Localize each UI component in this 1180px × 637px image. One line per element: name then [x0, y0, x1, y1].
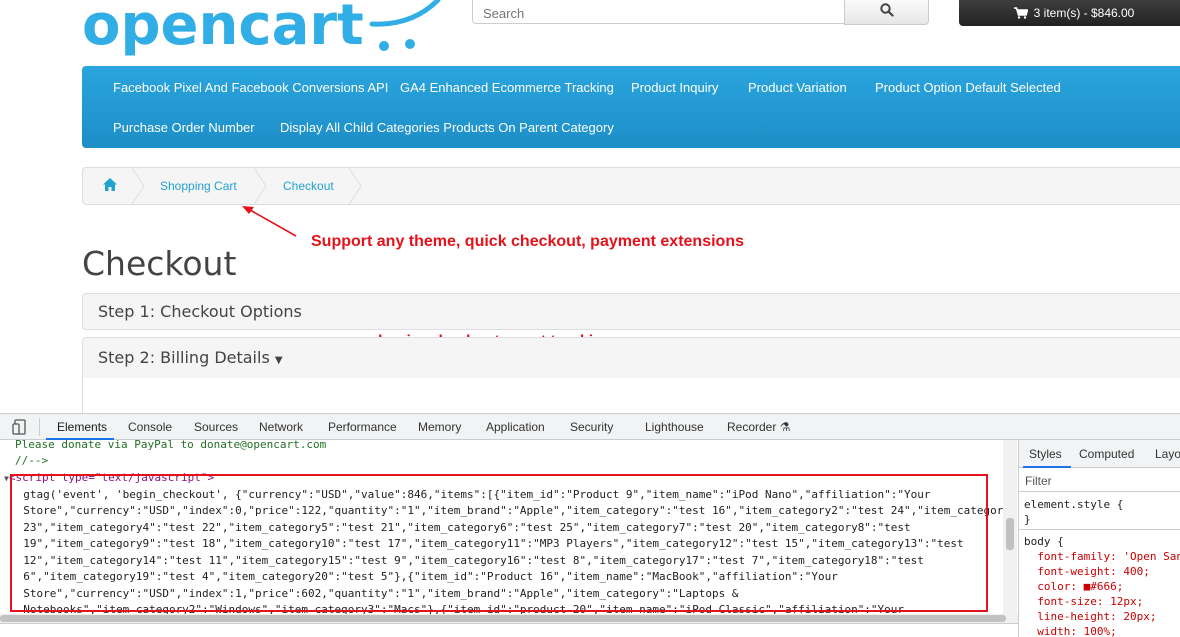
tab-styles[interactable]: Styles	[1029, 447, 1062, 461]
tab-security[interactable]: Security	[570, 420, 613, 434]
styles-tabbar: Styles Computed Layout	[1019, 440, 1180, 468]
tab-lighthouse[interactable]: Lighthouse	[645, 420, 704, 434]
styles-pane: Styles Computed Layout Filter element.st…	[1018, 440, 1180, 637]
vertical-scrollbar[interactable]	[1003, 440, 1017, 614]
panel-step2-body	[82, 378, 1180, 414]
horizontal-scrollbar[interactable]	[0, 614, 1018, 623]
panel-step2[interactable]: Step 2: Billing Details ▼	[82, 337, 1180, 379]
flask-icon: ⚗	[779, 420, 791, 434]
tab-performance[interactable]: Performance	[328, 420, 397, 434]
style-line: }	[1024, 513, 1031, 526]
style-line: font-size: 12px;	[1024, 595, 1144, 608]
caret-down-icon: ▼	[274, 355, 283, 366]
style-line: line-height: 20px;	[1024, 610, 1157, 623]
page-title: Checkout	[82, 244, 237, 283]
style-line: body {	[1024, 535, 1064, 548]
tab-computed[interactable]: Computed	[1079, 447, 1134, 461]
tab-sources[interactable]: Sources	[194, 420, 238, 434]
code-line: //-->	[15, 454, 49, 467]
breadcrumb-bar	[0, 623, 1018, 637]
style-line: font-weight: 400;	[1024, 565, 1150, 578]
tab-network[interactable]: Network	[259, 420, 303, 434]
tab-console[interactable]: Console	[128, 420, 172, 434]
styles-filter-input[interactable]: Filter	[1019, 468, 1180, 492]
highlight-box	[10, 474, 988, 612]
devtools-tabbar: Elements Console Sources Network Perform…	[0, 413, 1180, 440]
step1-title[interactable]: Step 1: Checkout Options	[98, 302, 302, 321]
style-line: element.style {	[1024, 498, 1124, 511]
tab-elements[interactable]: Elements	[57, 420, 107, 434]
panel-step1[interactable]: Step 1: Checkout Options	[82, 293, 1180, 330]
step2-title[interactable]: Step 2: Billing Details ▼	[98, 348, 283, 367]
tab-application[interactable]: Application	[486, 420, 545, 434]
tab-recorder[interactable]: Recorder ⚗	[727, 420, 790, 434]
style-line: color: ■#666;	[1024, 580, 1124, 593]
annotation-theme-support: Support any theme, quick checkout, payme…	[311, 233, 744, 250]
style-line: font-family: 'Open Sans'	[1024, 550, 1180, 563]
tab-memory[interactable]: Memory	[418, 420, 461, 434]
style-line: width: 100%;	[1024, 625, 1117, 637]
code-line: Please donate via PayPal to donate@openc…	[15, 440, 327, 451]
device-toggle-icon[interactable]	[12, 419, 28, 435]
tab-layout[interactable]: Layout	[1155, 447, 1180, 461]
